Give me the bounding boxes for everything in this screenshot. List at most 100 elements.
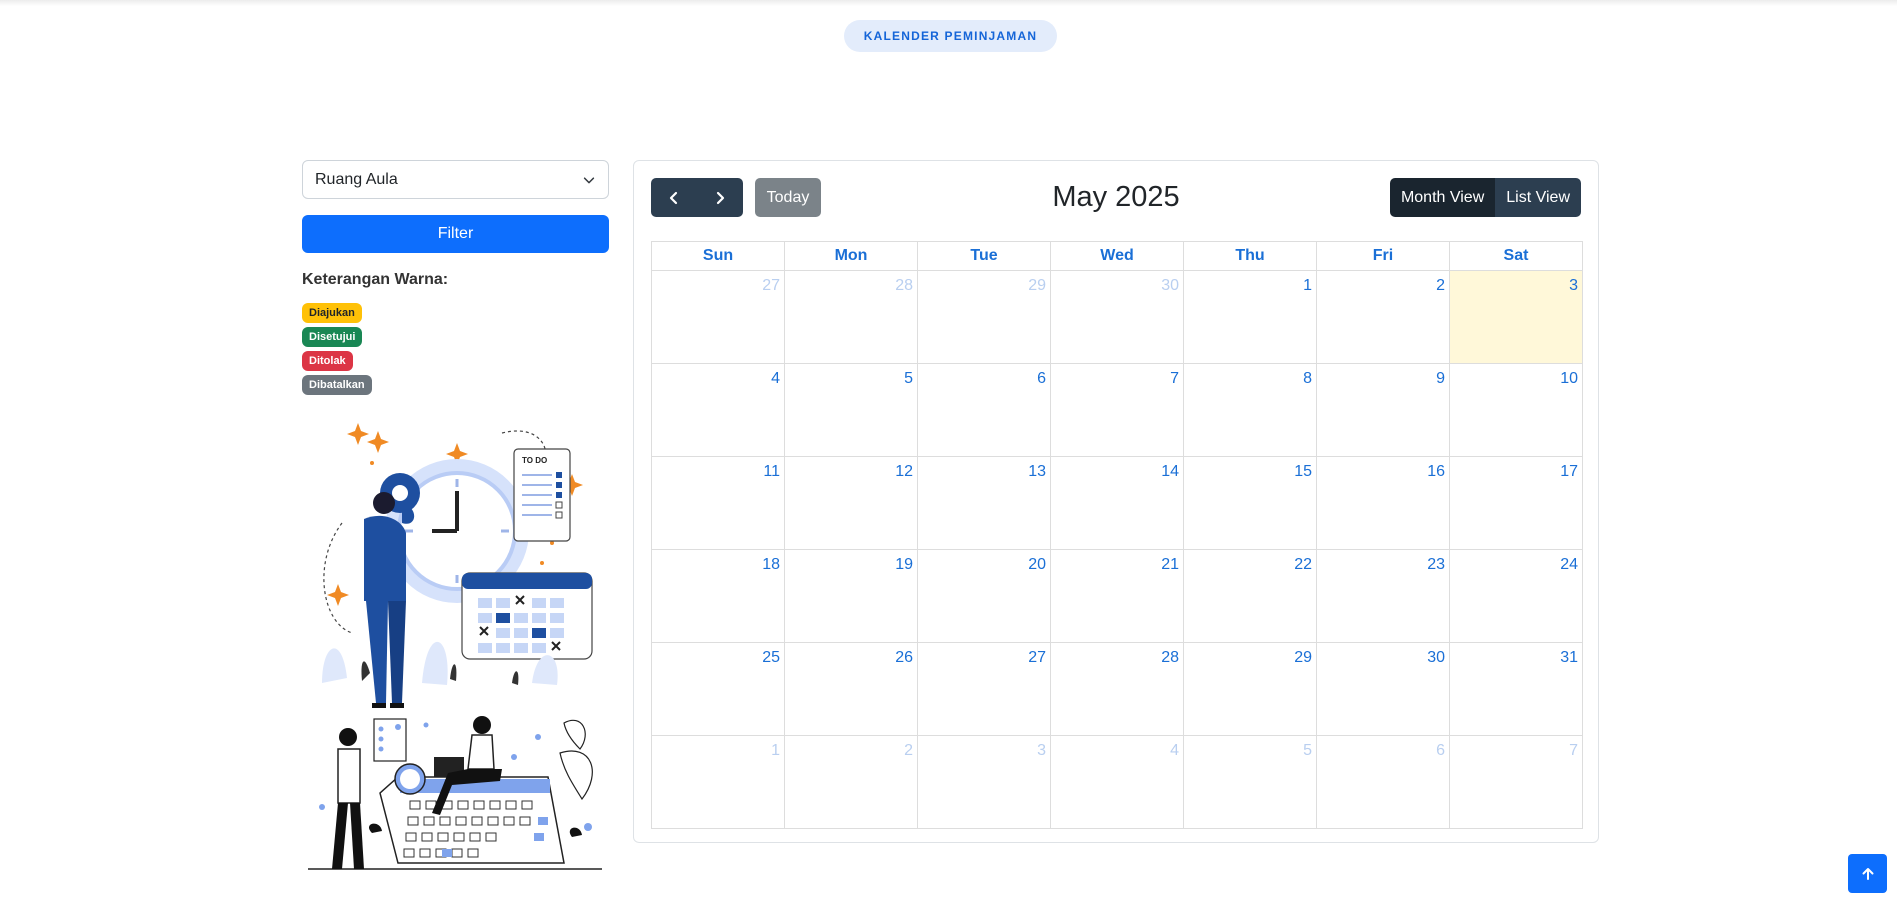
day-cell[interactable]: 28 (1050, 642, 1184, 736)
section-pill: KALENDER PEMINJAMAN (844, 20, 1057, 52)
day-number[interactable]: 31 (1560, 649, 1578, 666)
day-number[interactable]: 4 (771, 370, 780, 387)
day-cell[interactable]: 23 (1316, 549, 1450, 643)
day-cell[interactable]: 2 (1316, 270, 1450, 364)
room-select[interactable]: Ruang Aula (302, 160, 609, 199)
day-cell[interactable]: 18 (651, 549, 785, 643)
day-cell[interactable]: 27 (917, 642, 1051, 736)
day-number[interactable]: 2 (1436, 277, 1445, 294)
day-cell[interactable]: 7 (1050, 363, 1184, 457)
day-number[interactable]: 3 (1037, 742, 1046, 759)
day-number[interactable]: 1 (771, 742, 780, 759)
day-cell[interactable]: 7 (1449, 735, 1583, 829)
day-number[interactable]: 10 (1560, 370, 1578, 387)
day-cell[interactable]: 20 (917, 549, 1051, 643)
day-number[interactable]: 19 (895, 556, 913, 573)
day-number[interactable]: 7 (1569, 742, 1578, 759)
day-cell[interactable]: 15 (1183, 456, 1317, 550)
day-cell[interactable]: 21 (1050, 549, 1184, 643)
day-number[interactable]: 14 (1161, 463, 1179, 480)
weekday-header: Tue (917, 241, 1051, 271)
day-number[interactable]: 28 (1161, 649, 1179, 666)
day-number[interactable]: 23 (1427, 556, 1445, 573)
day-number[interactable]: 8 (1303, 370, 1312, 387)
day-number[interactable]: 13 (1028, 463, 1046, 480)
week-row: 4 5 6 7 8 9 10 (651, 363, 1583, 457)
day-number[interactable]: 22 (1294, 556, 1312, 573)
day-number[interactable]: 18 (762, 556, 780, 573)
day-cell[interactable]: 29 (1183, 642, 1317, 736)
day-number[interactable]: 7 (1170, 370, 1179, 387)
day-number[interactable]: 30 (1161, 277, 1179, 294)
day-number[interactable]: 6 (1037, 370, 1046, 387)
day-number[interactable]: 27 (1028, 649, 1046, 666)
day-number[interactable]: 27 (762, 277, 780, 294)
next-month-button[interactable] (697, 178, 743, 217)
scroll-to-top-button[interactable] (1848, 854, 1887, 893)
day-cell[interactable]: 6 (917, 363, 1051, 457)
day-number[interactable]: 6 (1436, 742, 1445, 759)
day-cell[interactable]: 30 (1316, 642, 1450, 736)
sidebar: Ruang Aula Filter Keterangan Warna: Diaj… (302, 160, 609, 395)
day-cell[interactable]: 8 (1183, 363, 1317, 457)
day-number[interactable]: 29 (1294, 649, 1312, 666)
legend-list: Diajukan Disetujui Ditolak Dibatalkan (302, 303, 609, 395)
day-cell[interactable]: 4 (1050, 735, 1184, 829)
day-cell[interactable]: 27 (651, 270, 785, 364)
day-cell[interactable]: 29 (917, 270, 1051, 364)
day-cell[interactable]: 13 (917, 456, 1051, 550)
day-number[interactable]: 3 (1569, 277, 1578, 294)
day-number[interactable]: 5 (1303, 742, 1312, 759)
day-cell[interactable]: 22 (1183, 549, 1317, 643)
day-number[interactable]: 24 (1560, 556, 1578, 573)
weekday-header: Sat (1449, 241, 1583, 271)
day-cell[interactable]: 10 (1449, 363, 1583, 457)
day-number[interactable]: 1 (1303, 277, 1312, 294)
day-cell[interactable]: 17 (1449, 456, 1583, 550)
day-number[interactable]: 15 (1294, 463, 1312, 480)
day-number[interactable]: 11 (763, 463, 780, 480)
day-cell[interactable]: 26 (784, 642, 918, 736)
day-number[interactable]: 9 (1436, 370, 1445, 387)
day-number[interactable]: 30 (1427, 649, 1445, 666)
day-number[interactable]: 17 (1560, 463, 1578, 480)
day-number[interactable]: 28 (895, 277, 913, 294)
day-number[interactable]: 5 (904, 370, 913, 387)
day-cell[interactable]: 16 (1316, 456, 1450, 550)
day-cell[interactable]: 2 (784, 735, 918, 829)
day-cell[interactable]: 3 (1449, 270, 1583, 364)
day-cell[interactable]: 14 (1050, 456, 1184, 550)
day-cell[interactable]: 5 (784, 363, 918, 457)
day-cell[interactable]: 4 (651, 363, 785, 457)
month-view-button[interactable]: Month View (1389, 178, 1496, 217)
weekday-header: Sun (651, 241, 785, 271)
day-cell[interactable]: 25 (651, 642, 785, 736)
today-button[interactable]: Today (755, 178, 821, 217)
day-cell[interactable]: 3 (917, 735, 1051, 829)
day-cell[interactable]: 11 (651, 456, 785, 550)
day-number[interactable]: 4 (1170, 742, 1179, 759)
day-number[interactable]: 16 (1427, 463, 1445, 480)
day-cell[interactable]: 9 (1316, 363, 1450, 457)
day-cell[interactable]: 19 (784, 549, 918, 643)
day-number[interactable]: 20 (1028, 556, 1046, 573)
list-view-button[interactable]: List View (1495, 178, 1581, 217)
day-cell[interactable]: 28 (784, 270, 918, 364)
day-cell[interactable]: 5 (1183, 735, 1317, 829)
filter-button[interactable]: Filter (302, 215, 609, 253)
prev-month-button[interactable] (651, 178, 697, 217)
day-number[interactable]: 26 (895, 649, 913, 666)
day-number[interactable]: 2 (904, 742, 913, 759)
day-number[interactable]: 29 (1028, 277, 1046, 294)
day-number[interactable]: 25 (762, 649, 780, 666)
day-cell[interactable]: 30 (1050, 270, 1184, 364)
day-cell[interactable]: 24 (1449, 549, 1583, 643)
day-cell[interactable]: 6 (1316, 735, 1450, 829)
day-cell[interactable]: 12 (784, 456, 918, 550)
day-number[interactable]: 12 (895, 463, 913, 480)
day-cell[interactable]: 31 (1449, 642, 1583, 736)
day-number[interactable]: 21 (1161, 556, 1179, 573)
day-cell[interactable]: 1 (651, 735, 785, 829)
legend-badge-disetujui: Disetujui (302, 327, 363, 347)
day-cell[interactable]: 1 (1183, 270, 1317, 364)
